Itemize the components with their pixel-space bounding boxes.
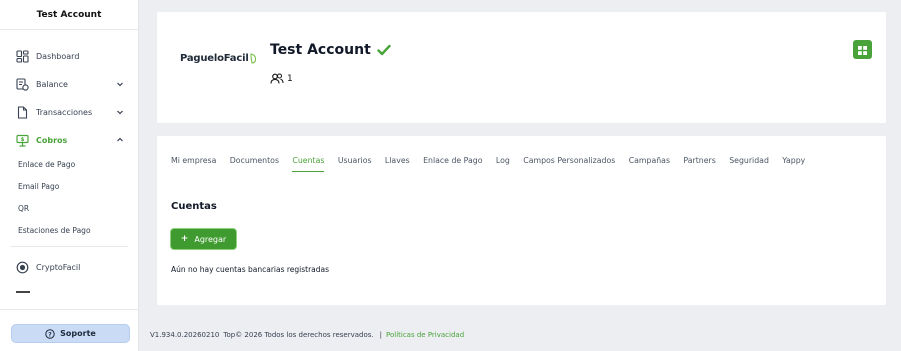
users-icon (270, 73, 284, 84)
balance-icon (16, 77, 29, 91)
tab-documentos[interactable]: Documentos (230, 156, 279, 172)
sidebar-item-label: CryptoFacil (36, 262, 81, 272)
add-button-label: Agregar (194, 234, 227, 244)
svg-text:$: $ (21, 137, 25, 143)
plus-icon: + (180, 234, 189, 244)
tab-enlace-de-pago[interactable]: Enlace de Pago (423, 156, 482, 172)
apps-grid-button[interactable] (853, 40, 872, 59)
version-text: V1.934.0.20260210 (150, 331, 220, 339)
sidebar-subitem-estaciones-de-pago[interactable]: Estaciones de Pago (0, 220, 138, 242)
tab-llaves[interactable]: Llaves (385, 156, 410, 172)
chevron-down-icon (116, 108, 124, 116)
sidebar-item-cryptofacil[interactable]: CryptoFacil (0, 253, 138, 281)
tab-mi-empresa[interactable]: Mi empresa (171, 156, 216, 172)
help-icon: ? (45, 328, 55, 339)
tab-cuentas[interactable]: Cuentas (292, 156, 325, 172)
logo-leaf-icon (249, 53, 257, 64)
crypto-icon (16, 261, 29, 274)
tab-partners[interactable]: Partners (683, 156, 715, 172)
tab-usuarios[interactable]: Usuarios (338, 156, 372, 172)
account-title-text: Test Account (270, 42, 371, 58)
sidebar-item-dashboard[interactable]: Dashboard (0, 42, 138, 70)
tab-yappy[interactable]: Yappy (782, 156, 805, 172)
support-label: Soporte (60, 329, 96, 338)
sidebar-nav: Dashboard Balance Transacciones $ Cobros… (0, 30, 138, 293)
add-account-button[interactable]: + Agregar (171, 229, 236, 249)
logo-text: PagueloFacil (180, 53, 249, 64)
tab-seguridad[interactable]: Seguridad (729, 156, 769, 172)
sidebar-item-label: Balance (36, 79, 68, 89)
users-count: 1 (270, 73, 293, 84)
tab-campos-personalizados[interactable]: Campos Personalizados (523, 156, 615, 172)
settings-card: Mi empresa Documentos Cuentas Usuarios L… (157, 136, 886, 305)
settings-tabs: Mi empresa Documentos Cuentas Usuarios L… (171, 156, 819, 172)
section-title: Cuentas (171, 201, 217, 212)
account-title: Test Account (270, 42, 391, 58)
sidebar-subitem-enlace-de-pago[interactable]: Enlace de Pago (0, 154, 138, 176)
account-header-card: PagueloFacil Test Account 1 (157, 12, 886, 123)
chevron-down-icon (116, 80, 124, 88)
dashboard-icon (16, 49, 29, 63)
sidebar-footer: ? Soporte (0, 309, 139, 351)
svg-text:?: ? (48, 331, 52, 338)
sidebar-collapse-handle[interactable] (16, 291, 30, 293)
tab-log[interactable]: Log (496, 156, 510, 172)
sidebar: Test Account Dashboard Balance Transacci… (0, 0, 139, 351)
sidebar-item-label: Cobros (36, 135, 68, 145)
users-count-value: 1 (287, 73, 293, 84)
sidebar-account-name: Test Account (0, 0, 138, 30)
verified-check-icon (377, 44, 391, 56)
sidebar-subitem-qr[interactable]: QR (0, 198, 138, 220)
support-button[interactable]: ? Soporte (11, 324, 130, 343)
grid-icon (858, 40, 867, 59)
copyright-text: Top© 2026 Todos los derechos reservados. (223, 331, 374, 339)
sidebar-item-label: Transacciones (36, 107, 93, 117)
sidebar-item-label: Dashboard (36, 51, 80, 61)
cobros-icon: $ (16, 134, 29, 147)
sidebar-subitem-email-pago[interactable]: Email Pago (0, 176, 138, 198)
footer-separator: | (379, 331, 382, 339)
page-footer: V1.934.0.20260210 Top© 2026 Todos los de… (150, 331, 464, 339)
empty-state-message: Aún no hay cuentas bancarias registradas (171, 265, 330, 274)
sidebar-item-cobros[interactable]: $ Cobros (0, 126, 138, 154)
sidebar-item-balance[interactable]: Balance (0, 70, 138, 98)
sidebar-divider (10, 246, 128, 247)
tab-campanas[interactable]: Campañas (629, 156, 670, 172)
privacy-policy-link[interactable]: Políticas de Privacidad (386, 331, 464, 339)
paguelofacil-logo: PagueloFacil (180, 53, 257, 64)
chevron-up-icon (116, 136, 124, 144)
document-icon (16, 105, 29, 119)
sidebar-item-transacciones[interactable]: Transacciones (0, 98, 138, 126)
